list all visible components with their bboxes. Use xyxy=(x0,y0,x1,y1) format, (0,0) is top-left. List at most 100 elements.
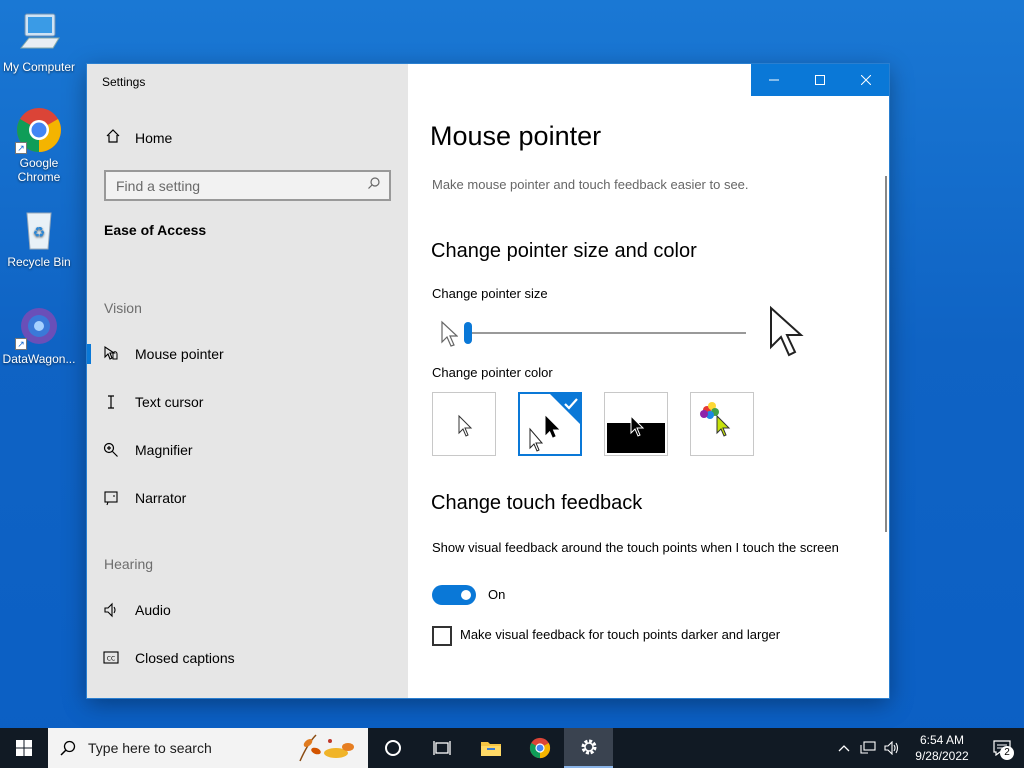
custom-color-pointer-icon xyxy=(700,402,731,437)
chrome-taskbar-button[interactable] xyxy=(515,728,564,768)
action-center-button[interactable]: 2 xyxy=(980,728,1024,768)
system-tray: 6:54 AM 9/28/2022 2 xyxy=(832,728,1024,768)
file-explorer-button[interactable] xyxy=(466,728,515,768)
sidebar-item-narrator[interactable]: Narrator xyxy=(87,478,408,518)
clock-time: 6:54 AM xyxy=(919,733,965,747)
pointer-size-label: Change pointer size xyxy=(432,286,548,301)
cortana-button[interactable] xyxy=(368,728,417,768)
sidebar-item-label: Mouse pointer xyxy=(135,346,224,362)
volume-icon xyxy=(884,741,899,755)
darker-feedback-checkbox[interactable] xyxy=(432,626,452,646)
pointer-color-inverted[interactable] xyxy=(604,392,668,456)
volume-button[interactable] xyxy=(880,741,904,755)
home-link[interactable]: Home xyxy=(105,128,172,147)
home-icon xyxy=(105,128,121,147)
settings-window: Settings Home Ease of Access Vision Mous… xyxy=(87,64,889,698)
taskbar-search[interactable] xyxy=(48,728,368,768)
svg-text:♻: ♻ xyxy=(33,225,46,241)
minimize-icon xyxy=(769,79,779,81)
sidebar-item-label: Narrator xyxy=(135,490,187,506)
computer-icon xyxy=(15,10,63,58)
chrome-icon: ↗ xyxy=(15,106,63,154)
touch-feedback-heading: Change touch feedback xyxy=(431,492,643,514)
start-button[interactable] xyxy=(0,728,48,768)
hearing-header: Hearing xyxy=(104,556,154,572)
pointer-size-slider[interactable] xyxy=(432,305,804,359)
settings-taskbar-button[interactable] xyxy=(564,728,613,768)
pointer-color-custom[interactable] xyxy=(690,392,754,456)
page-title: Mouse pointer xyxy=(430,121,602,151)
sidebar-item-audio[interactable]: Audio xyxy=(87,590,408,630)
section-title: Ease of Access xyxy=(104,222,207,238)
touch-feedback-description: Show visual feedback around the touch po… xyxy=(432,540,839,555)
window-controls xyxy=(751,64,889,96)
main-content: Mouse pointer Make mouse pointer and tou… xyxy=(408,64,889,698)
mouse-pointer-icon xyxy=(87,345,135,363)
slider-track xyxy=(468,332,746,334)
home-label: Home xyxy=(135,129,173,146)
magnifier-icon xyxy=(87,442,135,458)
close-icon xyxy=(861,75,871,85)
search-icon xyxy=(367,176,381,195)
small-pointer-icon xyxy=(441,320,458,347)
maximize-icon xyxy=(815,75,825,85)
sidebar-item-text-cursor[interactable]: Text cursor xyxy=(87,382,408,422)
desktop-icon-recycle-bin[interactable]: ♻ Recycle Bin xyxy=(0,205,78,269)
maximize-button[interactable] xyxy=(797,64,843,96)
desktop-icon-label: Google Chrome xyxy=(17,156,61,184)
darker-feedback-label: Make visual feedback for touch points da… xyxy=(460,627,781,642)
taskbar-search-input[interactable] xyxy=(88,740,288,756)
find-setting-search[interactable] xyxy=(104,170,391,201)
recycle-bin-icon: ♻ xyxy=(15,205,63,253)
chevron-up-icon xyxy=(838,745,850,752)
inverted-pointer-icon xyxy=(607,414,665,453)
vision-header: Vision xyxy=(104,300,142,316)
scrollbar[interactable] xyxy=(885,176,887,532)
sidebar-item-label: Audio xyxy=(135,602,171,618)
windows-logo-icon xyxy=(16,740,32,756)
sidebar-item-closed-captions[interactable]: CC Closed captions xyxy=(87,638,408,678)
text-cursor-icon xyxy=(87,394,135,410)
sidebar-item-mouse-pointer[interactable]: Mouse pointer xyxy=(87,334,408,374)
network-icon xyxy=(860,741,876,754)
search-icon xyxy=(60,740,76,756)
slider-thumb[interactable] xyxy=(464,322,472,344)
size-color-heading: Change pointer size and color xyxy=(431,240,697,262)
desktop-icon-datawagon[interactable]: ↗ DataWagon... xyxy=(0,302,78,366)
desktop-icon-label: My Computer xyxy=(2,60,76,74)
pointer-color-label: Change pointer color xyxy=(432,365,553,380)
sidebar-item-magnifier[interactable]: Magnifier xyxy=(87,430,408,470)
autumn-leaves-icon xyxy=(299,734,354,762)
sidebar-item-label: Text cursor xyxy=(135,394,204,410)
closed-captions-icon: CC xyxy=(87,651,135,665)
clock-date: 9/28/2022 xyxy=(915,749,969,763)
minimize-button[interactable] xyxy=(751,64,797,96)
page-description: Make mouse pointer and touch feedback ea… xyxy=(432,177,749,192)
desktop-icon-my-computer[interactable]: My Computer xyxy=(0,10,78,74)
chrome-icon xyxy=(529,737,550,759)
white-pointer-icon xyxy=(458,414,473,437)
gear-icon xyxy=(581,739,596,755)
desktop-icon-chrome[interactable]: ↗ Google Chrome xyxy=(0,106,78,184)
folder-icon xyxy=(480,742,501,756)
toggle-state-label: On xyxy=(488,587,506,602)
desktop-icon-label: DataWagon... xyxy=(2,352,76,366)
desktop-icon-label: Recycle Bin xyxy=(7,255,71,269)
toggle-knob xyxy=(461,590,471,600)
sidebar-item-label: Magnifier xyxy=(135,442,193,458)
notification-badge: 2 xyxy=(1000,746,1014,760)
touch-feedback-toggle[interactable] xyxy=(432,585,476,605)
find-setting-input[interactable] xyxy=(116,177,356,194)
network-button[interactable] xyxy=(856,741,880,755)
show-hidden-icons-button[interactable] xyxy=(832,744,856,752)
svg-text:CC: CC xyxy=(107,656,115,663)
sidebar: Settings Home Ease of Access Vision Mous… xyxy=(87,64,408,698)
task-view-icon xyxy=(432,741,451,755)
pointer-color-black[interactable] xyxy=(518,392,582,456)
cortana-icon xyxy=(384,740,401,756)
task-view-button[interactable] xyxy=(417,728,466,768)
close-button[interactable] xyxy=(843,64,889,96)
window-title: Settings xyxy=(102,75,146,89)
pointer-color-white[interactable] xyxy=(432,392,496,456)
clock[interactable]: 6:54 AM 9/28/2022 xyxy=(904,732,980,764)
